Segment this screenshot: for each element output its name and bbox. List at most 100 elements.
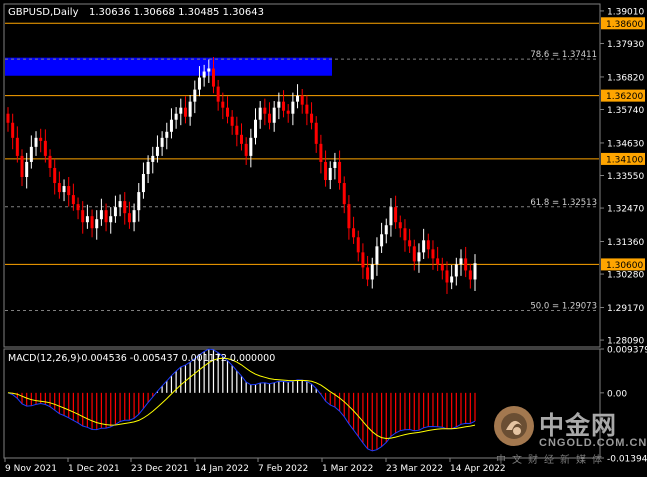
candle-body (380, 234, 384, 247)
candle-body (155, 146, 159, 156)
price-tick-label: 1.33550 (607, 172, 644, 182)
candle-body (384, 225, 388, 235)
candle-body (137, 192, 141, 211)
candle-body (43, 140, 47, 156)
candle-body (39, 137, 43, 141)
time-tick-label: 23 Mar 2022 (386, 464, 443, 474)
candle-body (123, 201, 127, 214)
candle-body (370, 264, 374, 280)
watermark-slogan: 中文财经新媒体 (496, 455, 608, 466)
macd-indicator-values: -0.004536 -0.005437 0.001172 0.000000 (78, 353, 275, 364)
candle-body (211, 68, 215, 87)
macd-indicator-label: MACD(12,26,9) (8, 353, 80, 364)
price-tick-label: 1.30280 (607, 271, 644, 281)
level-price-tag-label: 1.34100 (606, 155, 643, 165)
candle-body (151, 155, 155, 162)
candle-body (263, 107, 267, 114)
candle-body (244, 143, 248, 156)
time-tick-label: 7 Feb 2022 (258, 464, 308, 474)
fib-level-label: 61.8 = 1.32513 (530, 198, 597, 208)
candle-body (76, 204, 80, 211)
candle-body (249, 137, 253, 156)
candle-body (445, 270, 449, 283)
candle-body (282, 101, 286, 111)
macd-tick-label: 0.009379 (607, 346, 647, 356)
price-tick-label: 1.29170 (607, 304, 644, 314)
candle-body (431, 249, 435, 259)
candle-body (328, 167, 332, 181)
candle-body (398, 222, 402, 229)
candle-body (25, 161, 29, 178)
price-tick-label: 1.32470 (607, 205, 644, 215)
candle-body (95, 219, 99, 229)
candle-body (53, 167, 57, 184)
candle-body (310, 113, 314, 123)
candle-body (454, 264, 458, 277)
candle-body (179, 107, 183, 114)
candle-body (286, 110, 290, 114)
fib-level-label: 50.0 = 1.29073 (530, 301, 597, 311)
candle-body (109, 216, 113, 223)
fib-level-label: 78.6 = 1.37411 (530, 50, 597, 60)
candle-body (394, 207, 398, 223)
macd-tick-label: 0.00 (607, 389, 627, 399)
candle-body (104, 210, 108, 223)
candle-body (338, 161, 342, 184)
candle-body (291, 101, 295, 114)
candle-body (300, 95, 304, 105)
candle-body (11, 122, 15, 138)
supply-zone-rect (5, 57, 332, 76)
candle-body (450, 276, 454, 283)
candle-body (132, 210, 136, 223)
price-tick-label: 1.34630 (607, 139, 644, 149)
time-tick-label: 1 Dec 2021 (68, 464, 120, 474)
price-tick-label: 1.36820 (607, 73, 644, 83)
candle-body (258, 107, 262, 120)
candle-body (464, 258, 468, 271)
candle-body (473, 263, 477, 280)
candle-body (440, 264, 444, 271)
chart-symbol-label: GBPUSD,Daily (8, 7, 79, 18)
candle-body (193, 89, 197, 102)
candle-body (165, 131, 169, 138)
level-price-tag-label: 1.36200 (606, 92, 643, 102)
candle-body (235, 125, 239, 135)
candle-body (71, 195, 75, 205)
candle-body (408, 240, 412, 247)
candle-body (62, 186, 66, 193)
candle-body (277, 101, 281, 108)
candle-body (403, 228, 407, 241)
candle-body (197, 77, 201, 90)
candle-body (366, 267, 370, 280)
candle-body (296, 95, 300, 102)
candle-body (90, 216, 94, 229)
candle-body (389, 207, 393, 226)
candle-body (426, 240, 430, 250)
chart-ohlc-values: 1.30636 1.30668 1.30485 1.30643 (89, 7, 264, 18)
candle-body (81, 210, 85, 223)
price-tick-label: 1.31360 (607, 238, 644, 248)
level-price-tag-label: 1.30600 (606, 261, 643, 271)
candle-body (268, 113, 272, 123)
candle-body (57, 183, 61, 193)
candle-body (188, 101, 192, 117)
candle-body (118, 201, 122, 208)
candle-body (174, 113, 178, 120)
candle-body (202, 71, 206, 78)
candle-body (436, 258, 440, 265)
time-tick-label: 1 Mar 2022 (322, 464, 373, 474)
candle-body (141, 173, 145, 193)
watermark-domain: CNGOLD.COM.CN (539, 437, 647, 449)
time-tick-label: 9 Nov 2021 (5, 464, 57, 474)
candle-body (459, 258, 463, 265)
candle-body (412, 246, 416, 262)
candle-body (225, 107, 229, 117)
candle-body (342, 183, 346, 205)
supply-zone-layer (5, 57, 332, 76)
cngold-watermark: 中金网 CNGOLD.COM.CN 中文财经新媒体 (492, 404, 646, 466)
candle-body (468, 270, 472, 280)
candle-body (183, 107, 187, 117)
candle-body (15, 137, 19, 156)
candle-body (29, 146, 33, 162)
time-tick-label: 23 Dec 2021 (131, 464, 189, 474)
